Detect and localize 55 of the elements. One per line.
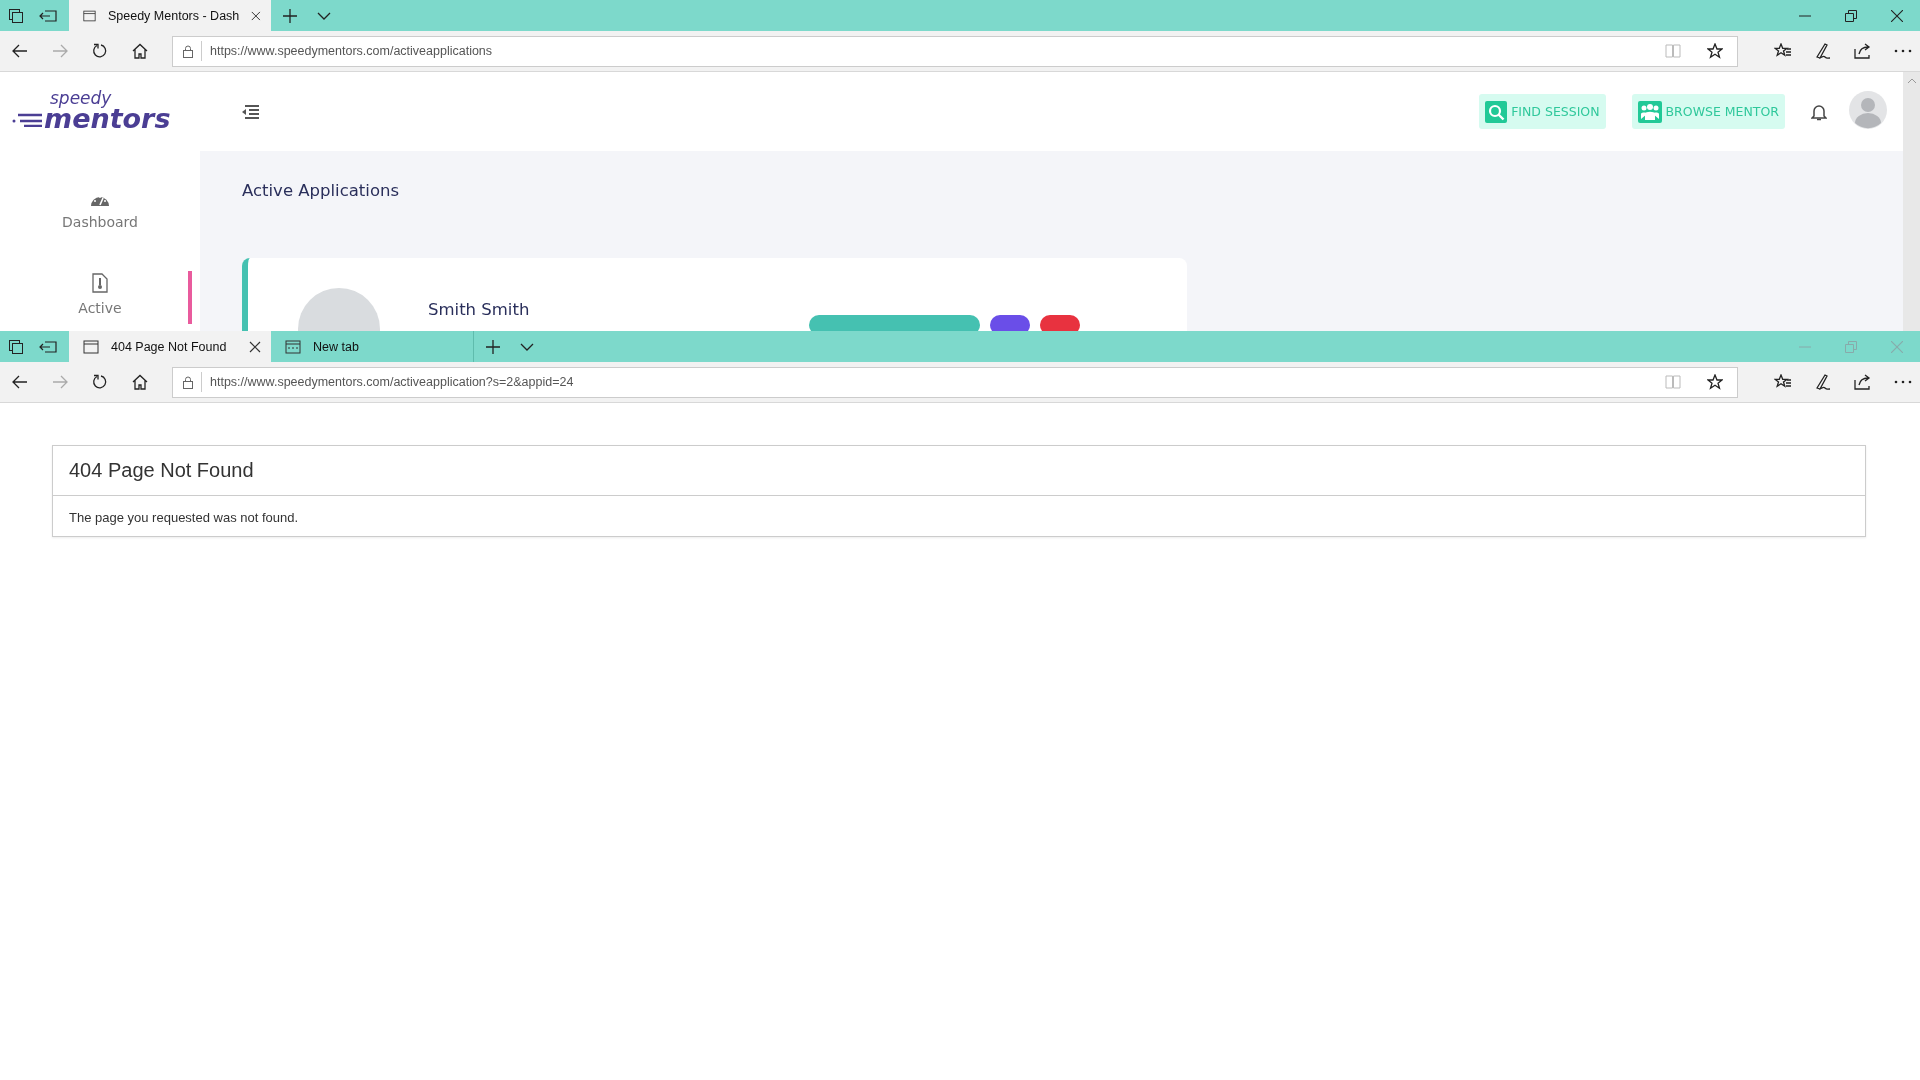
favorite-star-icon[interactable] — [1707, 43, 1723, 59]
tab-preview-icon[interactable] — [39, 339, 57, 354]
restore-icon[interactable] — [1845, 9, 1857, 22]
favorites-icon[interactable] — [1774, 43, 1792, 59]
logo-text: speedy — [50, 91, 112, 106]
search-icon — [1485, 100, 1508, 123]
pen-icon[interactable] — [1814, 42, 1832, 60]
close-tab-icon[interactable] — [251, 9, 261, 22]
speed-lines-icon — [12, 111, 42, 127]
address-bar[interactable]: https://www.speedymentors.com/activeapplication?s=2&appid=24 — [172, 366, 1738, 398]
page-icon — [83, 8, 96, 23]
pen-icon[interactable] — [1814, 373, 1832, 391]
close-tab-icon[interactable] — [249, 340, 261, 353]
chevron-down-icon[interactable] — [520, 342, 534, 351]
back-icon[interactable] — [12, 44, 28, 58]
error-heading: 404 Page Not Found — [53, 446, 1865, 496]
address-bar[interactable]: https://www.speedymentors.com/activeapplications — [172, 35, 1738, 67]
browser-tab[interactable]: Speedy Mentors - Dash — [69, 0, 271, 31]
people-icon — [1637, 100, 1662, 123]
lock-icon — [183, 44, 193, 58]
favorite-star-icon[interactable] — [1707, 374, 1723, 390]
error-message: The page you requested was not found. — [68, 509, 300, 527]
sidebar-item[interactable]: Dashboard — [0, 189, 200, 238]
favorites-icon[interactable] — [1774, 374, 1792, 390]
grid-page-icon — [285, 339, 301, 354]
chevron-down-icon[interactable] — [317, 11, 331, 20]
tab-set-aside-icon[interactable] — [8, 338, 24, 355]
browser-tab[interactable]: 404 Page Not Found — [69, 331, 271, 362]
new-tab-icon[interactable] — [283, 8, 297, 23]
action-button[interactable] — [1040, 315, 1081, 331]
refresh-icon[interactable] — [92, 374, 108, 390]
share-icon[interactable] — [1854, 43, 1872, 59]
close-window-icon[interactable] — [1891, 9, 1903, 22]
scrollbar[interactable] — [1903, 72, 1920, 331]
page-title: Active Applications — [242, 181, 401, 202]
collapse-menu-icon[interactable] — [241, 104, 259, 119]
more-icon[interactable] — [1894, 380, 1912, 384]
back-icon[interactable] — [12, 375, 28, 389]
tab-set-aside-icon[interactable] — [8, 7, 24, 24]
more-icon[interactable] — [1894, 49, 1912, 53]
share-icon[interactable] — [1854, 374, 1872, 390]
bell-icon[interactable] — [1811, 102, 1827, 121]
logo-text: mentors — [44, 106, 171, 132]
tab-preview-icon[interactable] — [39, 8, 57, 23]
refresh-icon[interactable] — [92, 43, 108, 59]
lock-icon — [183, 375, 193, 389]
applicant-name: Smith Smith — [428, 300, 530, 319]
action-button[interactable] — [990, 315, 1031, 331]
minimize-icon[interactable] — [1799, 14, 1811, 17]
sidebar-item[interactable]: Active — [0, 271, 200, 324]
home-icon[interactable] — [132, 43, 148, 59]
document-icon — [92, 273, 108, 293]
home-icon[interactable] — [132, 374, 148, 390]
new-tab-icon[interactable] — [486, 339, 500, 354]
page-icon — [83, 339, 99, 354]
